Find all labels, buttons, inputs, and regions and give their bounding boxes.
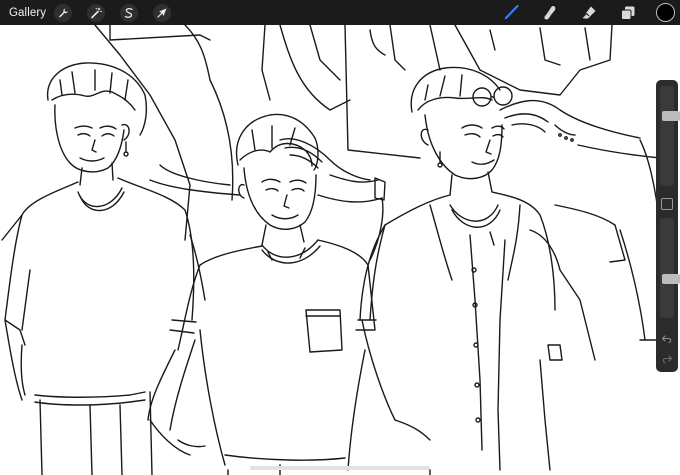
opacity-thumb[interactable] xyxy=(662,274,680,284)
top-toolbar: Gallery xyxy=(0,0,680,25)
home-indicator xyxy=(250,466,430,470)
smudge-tool-button[interactable] xyxy=(539,2,561,24)
brush-icon xyxy=(504,4,519,20)
brush-tool-button[interactable] xyxy=(500,2,522,24)
selection-button[interactable] xyxy=(120,3,139,22)
undo-button[interactable] xyxy=(660,332,674,346)
actions-button[interactable] xyxy=(54,3,73,22)
adjustments-button[interactable] xyxy=(87,3,106,22)
line-art-illustration xyxy=(1,24,666,475)
color-picker-button[interactable] xyxy=(656,3,675,22)
brush-size-slider[interactable] xyxy=(660,86,680,186)
layers-button[interactable] xyxy=(617,2,639,24)
redo-button[interactable] xyxy=(660,352,674,366)
transform-button[interactable] xyxy=(153,3,172,22)
redo-arrow-icon xyxy=(662,355,673,364)
brush-size-thumb[interactable] xyxy=(662,111,680,121)
eraser-icon xyxy=(582,6,596,18)
side-bar xyxy=(656,80,680,372)
undo-arrow-icon xyxy=(661,335,672,344)
opacity-slider[interactable] xyxy=(660,218,680,318)
smudge-finger-icon xyxy=(544,5,556,20)
magic-wand-icon xyxy=(91,7,103,18)
wrench-icon xyxy=(59,8,69,17)
eraser-tool-button[interactable] xyxy=(578,2,600,24)
layers-icon xyxy=(621,6,635,20)
modify-button-square-icon[interactable] xyxy=(661,198,673,210)
arrow-cursor-icon xyxy=(157,8,167,18)
drawing-canvas[interactable] xyxy=(0,0,680,475)
gallery-button[interactable]: Gallery xyxy=(9,7,46,19)
selection-s-icon xyxy=(124,7,133,18)
